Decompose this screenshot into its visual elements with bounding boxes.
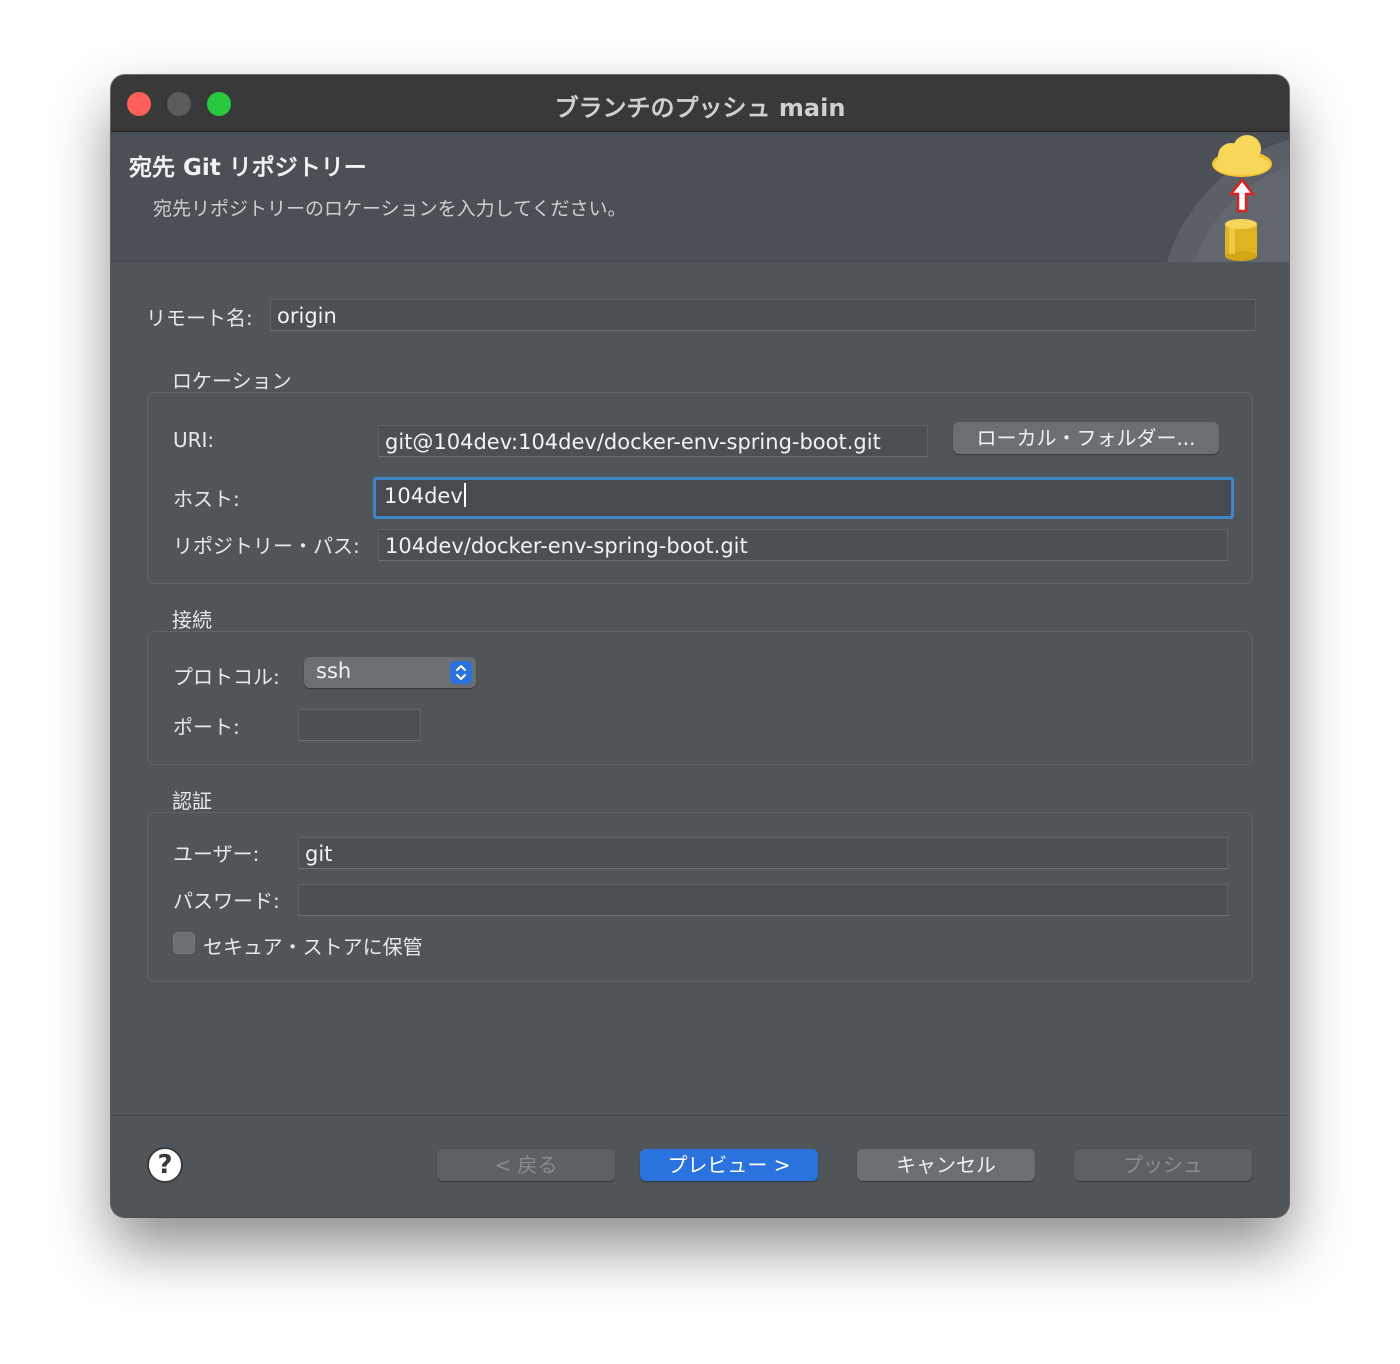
push-branch-dialog: ブランチのプッシュ main 宛先 Git リポジトリー 宛先リポジトリーのロケ…: [111, 75, 1289, 1217]
page-title: 宛先 Git リポジトリー: [129, 155, 367, 181]
protocol-select-value: ssh: [316, 659, 352, 683]
push-button[interactable]: プッシュ: [1074, 1149, 1252, 1181]
secure-store-checkbox[interactable]: [173, 932, 195, 954]
cloud-upload-repository-icon: [1167, 135, 1289, 262]
remote-name-label: リモート名:: [146, 306, 253, 330]
password-label: パスワード:: [173, 889, 280, 913]
back-button[interactable]: < 戻る: [437, 1149, 615, 1181]
secure-store-label[interactable]: セキュア・ストアに保管: [203, 931, 423, 960]
password-input[interactable]: [298, 884, 1228, 916]
host-input-value: 104dev: [384, 484, 463, 508]
uri-input[interactable]: git@104dev:104dev/docker-env-spring-boot…: [378, 425, 928, 457]
port-label: ポート:: [173, 715, 240, 739]
connection-group-title: 接続: [172, 608, 212, 632]
protocol-label: プロトコル:: [173, 665, 280, 689]
uri-label: URI:: [173, 428, 215, 452]
window-title: ブランチのプッシュ main: [554, 94, 846, 122]
text-caret: [463, 483, 466, 507]
remote-name-input[interactable]: origin: [270, 299, 1256, 331]
host-label: ホスト:: [173, 487, 240, 511]
repository-path-input[interactable]: 104dev/docker-env-spring-boot.git: [378, 529, 1228, 561]
host-input[interactable]: 104dev: [373, 477, 1234, 519]
cancel-button[interactable]: キャンセル: [857, 1149, 1035, 1181]
help-icon[interactable]: ?: [147, 1147, 183, 1183]
title-bar: ブランチのプッシュ main: [111, 75, 1289, 132]
auth-group-title: 認証: [172, 789, 212, 813]
footer-divider: [111, 1115, 1289, 1116]
wizard-header: 宛先 Git リポジトリー 宛先リポジトリーのロケーションを入力してください。: [111, 132, 1289, 262]
chevron-up-down-icon: [450, 661, 472, 684]
port-input[interactable]: [298, 709, 421, 741]
user-input[interactable]: git: [298, 837, 1228, 869]
repository-path-label: リポジトリー・パス:: [173, 534, 360, 558]
connection-group: [147, 631, 1253, 765]
preview-button[interactable]: プレビュー >: [640, 1149, 818, 1181]
protocol-select[interactable]: ssh: [304, 657, 476, 688]
local-folder-button[interactable]: ローカル・フォルダー...: [953, 422, 1219, 454]
page-description: 宛先リポジトリーのロケーションを入力してください。: [153, 198, 627, 220]
user-label: ユーザー:: [173, 842, 260, 866]
location-group-title: ロケーション: [172, 369, 292, 393]
